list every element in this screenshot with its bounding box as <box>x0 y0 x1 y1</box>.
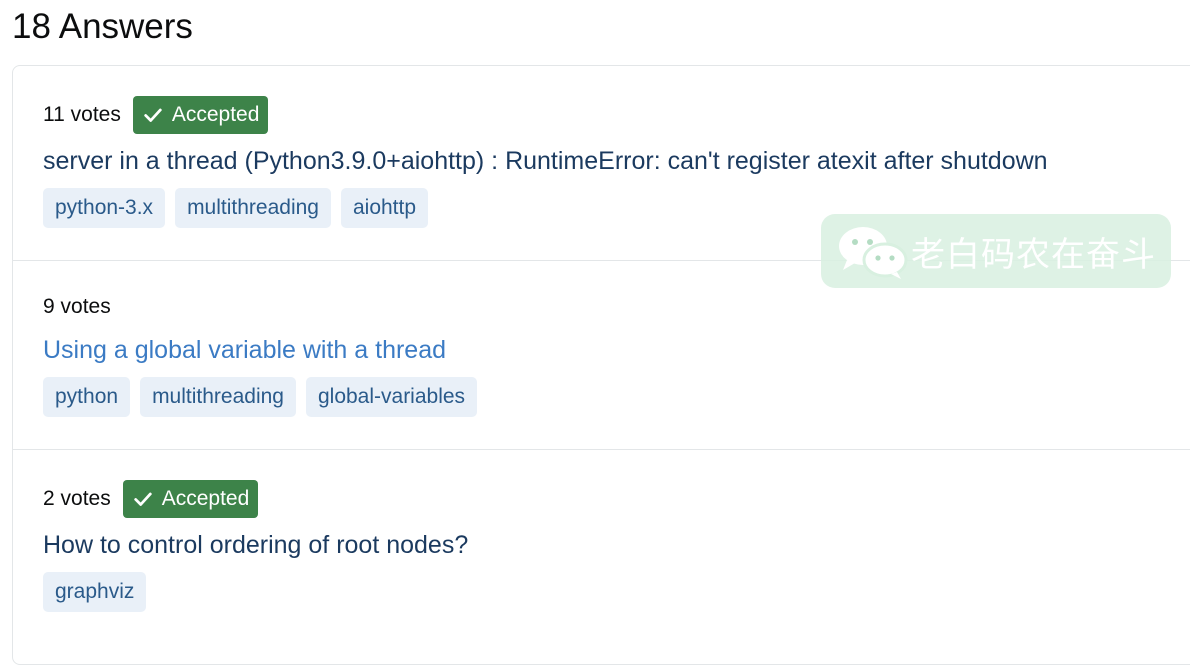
tag-global-variables[interactable]: global-variables <box>305 377 478 417</box>
vote-count: 9 votes <box>43 295 111 318</box>
answer-item: 9 votes Using a global variable with a t… <box>13 261 1190 450</box>
answers-list: 11 votes Accepted server in a thread (Py… <box>12 65 1190 665</box>
tag-list: graphviz <box>43 572 147 612</box>
question-title-link[interactable]: Using a global variable with a thread <box>43 334 446 366</box>
tag-list: python-3.x multithreading aiohttp <box>43 188 429 228</box>
answer-item: 11 votes Accepted server in a thread (Py… <box>13 66 1190 261</box>
tag-multithreading[interactable]: multithreading <box>175 188 331 228</box>
checkmark-icon <box>144 108 162 122</box>
tag-multithreading[interactable]: multithreading <box>140 377 296 417</box>
tag-python-3x[interactable]: python-3.x <box>43 188 166 228</box>
answer-item: 2 votes Accepted How to control ordering… <box>13 450 1190 670</box>
tag-graphviz[interactable]: graphviz <box>43 572 147 612</box>
vote-count: 2 votes <box>43 487 111 510</box>
answers-count-heading: 18 Answers <box>12 7 193 46</box>
accepted-label: Accepted <box>161 487 250 510</box>
accepted-label: Accepted <box>171 103 260 126</box>
tag-list: python multithreading global-variables <box>43 377 478 417</box>
answer-meta: 2 votes Accepted <box>43 480 259 518</box>
tag-python[interactable]: python <box>43 377 131 417</box>
answer-meta: 11 votes Accepted <box>43 96 269 134</box>
tag-aiohttp[interactable]: aiohttp <box>340 188 429 228</box>
answer-meta: 9 votes <box>43 288 123 326</box>
accepted-badge: Accepted <box>132 96 269 134</box>
question-title-link[interactable]: How to control ordering of root nodes? <box>43 529 468 561</box>
checkmark-icon <box>134 492 152 506</box>
vote-count: 11 votes <box>43 103 121 126</box>
question-title-link[interactable]: server in a thread (Python3.9.0+aiohttp)… <box>43 145 1048 177</box>
accepted-badge: Accepted <box>122 480 259 518</box>
